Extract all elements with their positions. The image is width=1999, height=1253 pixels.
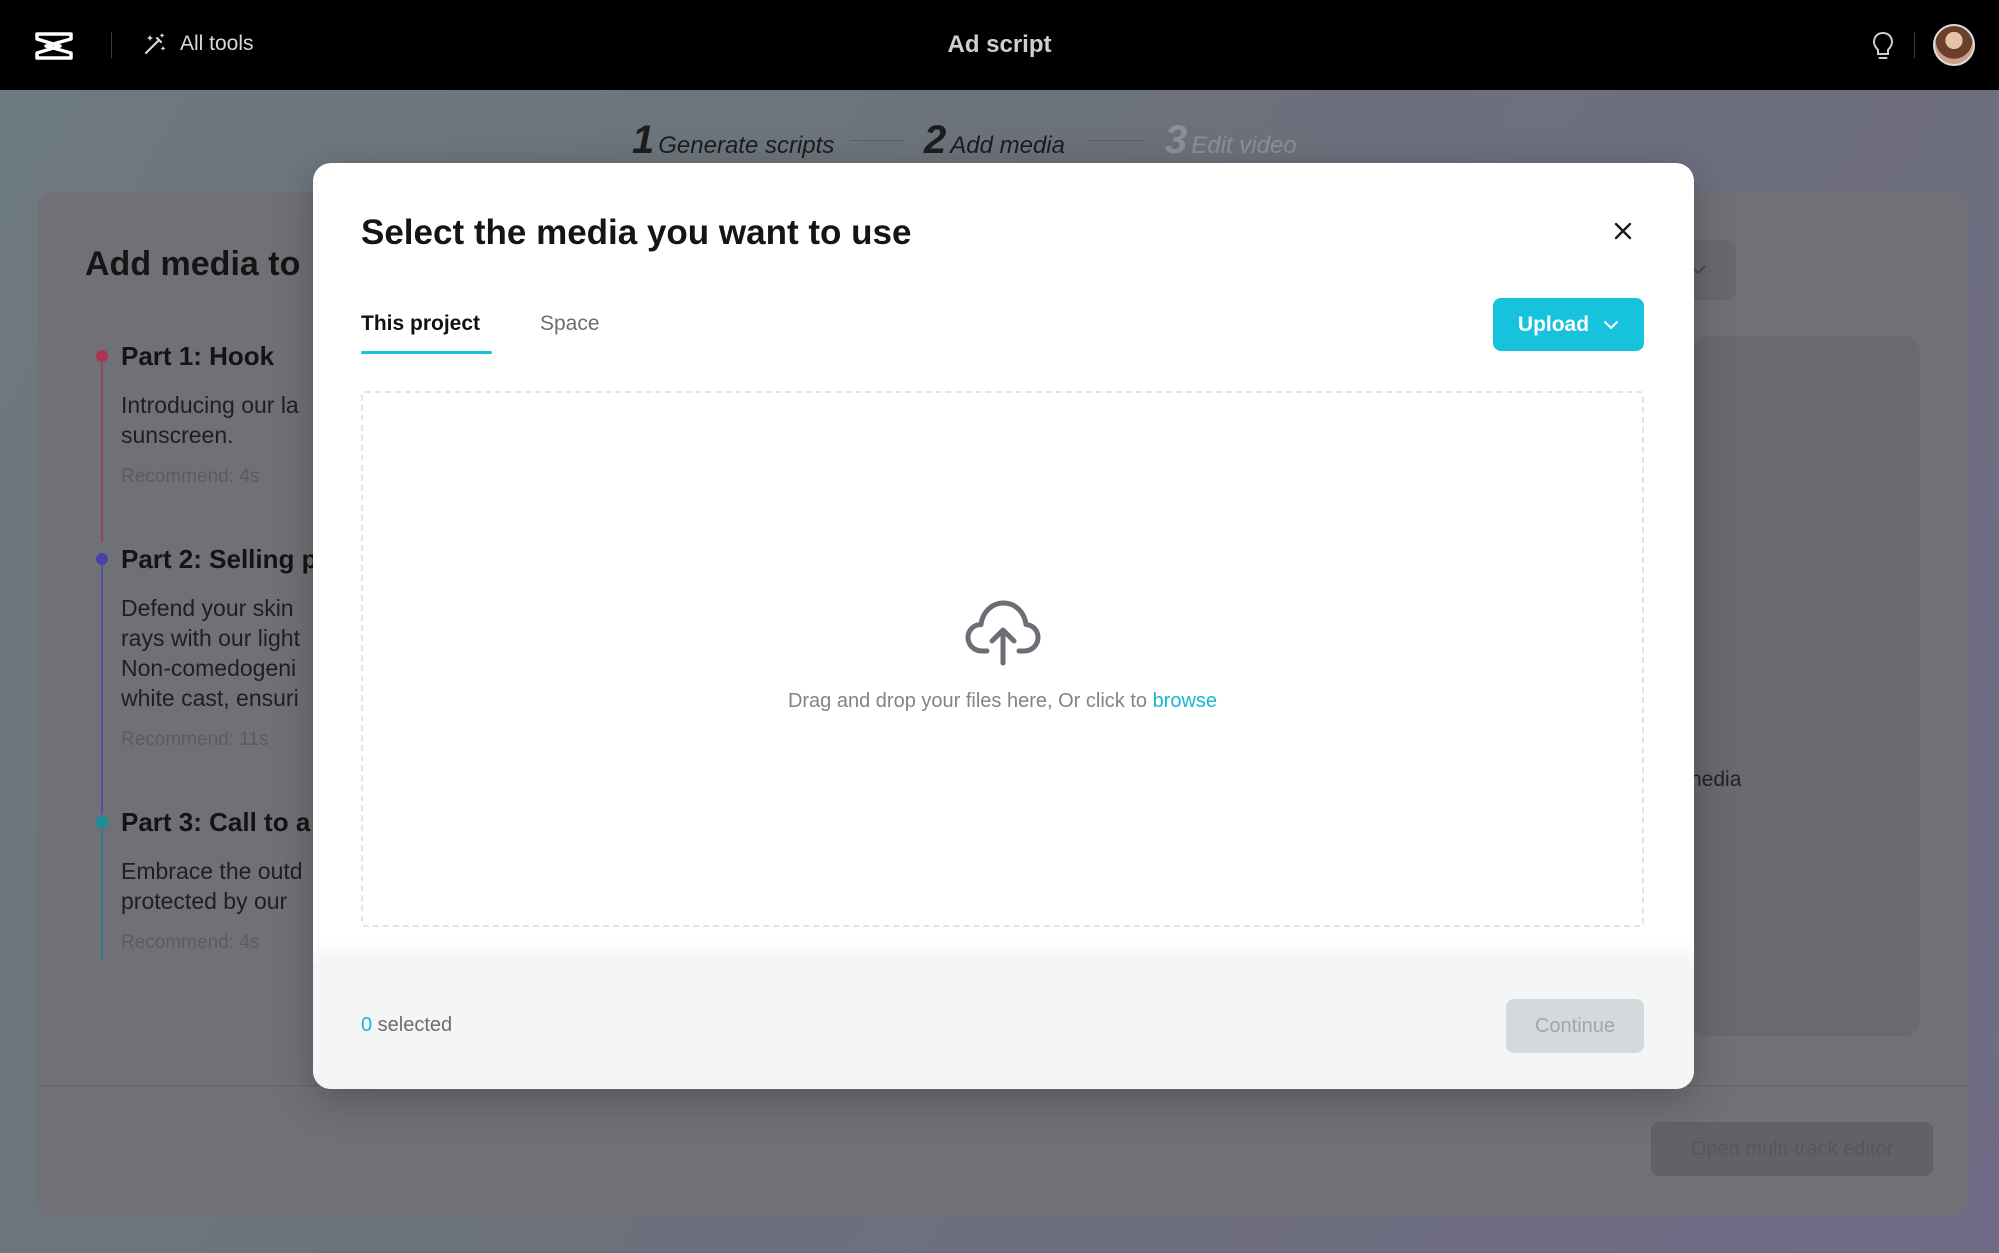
step-label: Edit video: [1191, 132, 1297, 159]
selected-number: 0: [361, 1014, 373, 1036]
dropzone-text: Drag and drop your files here, Or click …: [787, 690, 1153, 712]
selected-suffix: selected: [372, 1014, 453, 1036]
timeline-line: [101, 362, 103, 542]
part-title: Part 1: Hook: [121, 341, 275, 371]
part-title: Part 3: Call to a: [121, 807, 311, 837]
selected-count: 0 selected: [361, 1014, 452, 1037]
media-panel-text: nedia: [1690, 768, 1742, 791]
step-number: 2: [924, 118, 947, 162]
divider: [1914, 32, 1915, 58]
part-text: Introducing our la sunscreen.: [121, 392, 299, 448]
part-recommend: Recommend: 4s: [121, 466, 260, 487]
step-edit-video: 3 Edit video: [1165, 118, 1297, 163]
file-dropzone[interactable]: Drag and drop your files here, Or click …: [361, 391, 1644, 927]
step-connector: [850, 140, 904, 141]
step-number: 3: [1165, 118, 1188, 162]
modal-title: Select the media you want to use: [361, 213, 912, 252]
step-number: 1: [632, 118, 655, 162]
open-editor-button: Open multi-track editor: [1651, 1122, 1933, 1176]
lightbulb-icon[interactable]: [1870, 30, 1896, 62]
avatar[interactable]: [1933, 24, 1975, 66]
chevron-down-icon: [1604, 320, 1619, 329]
close-icon[interactable]: [1607, 215, 1639, 247]
step-label: Add media: [950, 132, 1065, 159]
cloud-upload-icon: [965, 600, 1041, 666]
upload-label: Upload: [1517, 312, 1590, 336]
page-title: Ad script: [947, 31, 1052, 58]
timeline-line: [101, 565, 103, 815]
step-generate-scripts: 1 Generate scripts: [632, 118, 834, 163]
step-connector: [1086, 140, 1146, 141]
active-tab-indicator: [361, 351, 492, 354]
tab-space[interactable]: Space: [540, 312, 600, 336]
step-label: Generate scripts: [658, 132, 835, 159]
part-recommend: Recommend: 4s: [121, 932, 260, 953]
stepper: 1 Generate scripts 2 Add media 3 Edit vi…: [0, 118, 1999, 162]
timeline-dot: [96, 350, 108, 362]
modal-footer: 0 selected Continue: [313, 963, 1694, 1089]
timeline-dot: [96, 553, 108, 565]
part-text: Embrace the outd protected by our: [121, 858, 303, 914]
select-media-modal: Select the media you want to use This pr…: [313, 163, 1694, 1089]
timeline-line: [101, 828, 103, 960]
section-heading: Add media to: [85, 245, 301, 283]
upload-button[interactable]: Upload: [1493, 298, 1644, 351]
dropzone-instructions: Drag and drop your files here, Or click …: [363, 690, 1642, 713]
part-text: Defend your skin rays with our light Non…: [121, 595, 300, 711]
tab-this-project[interactable]: This project: [361, 312, 480, 336]
media-panel: [1690, 336, 1920, 1036]
timeline-dot: [96, 816, 108, 828]
part-title: Part 2: Selling p: [121, 544, 318, 574]
browse-link[interactable]: browse: [1153, 690, 1217, 712]
top-bar: All tools Ad script: [0, 0, 1999, 90]
part-recommend: Recommend: 11s: [121, 729, 269, 750]
step-add-media: 2 Add media: [924, 118, 1065, 163]
continue-button[interactable]: Continue: [1506, 999, 1644, 1053]
